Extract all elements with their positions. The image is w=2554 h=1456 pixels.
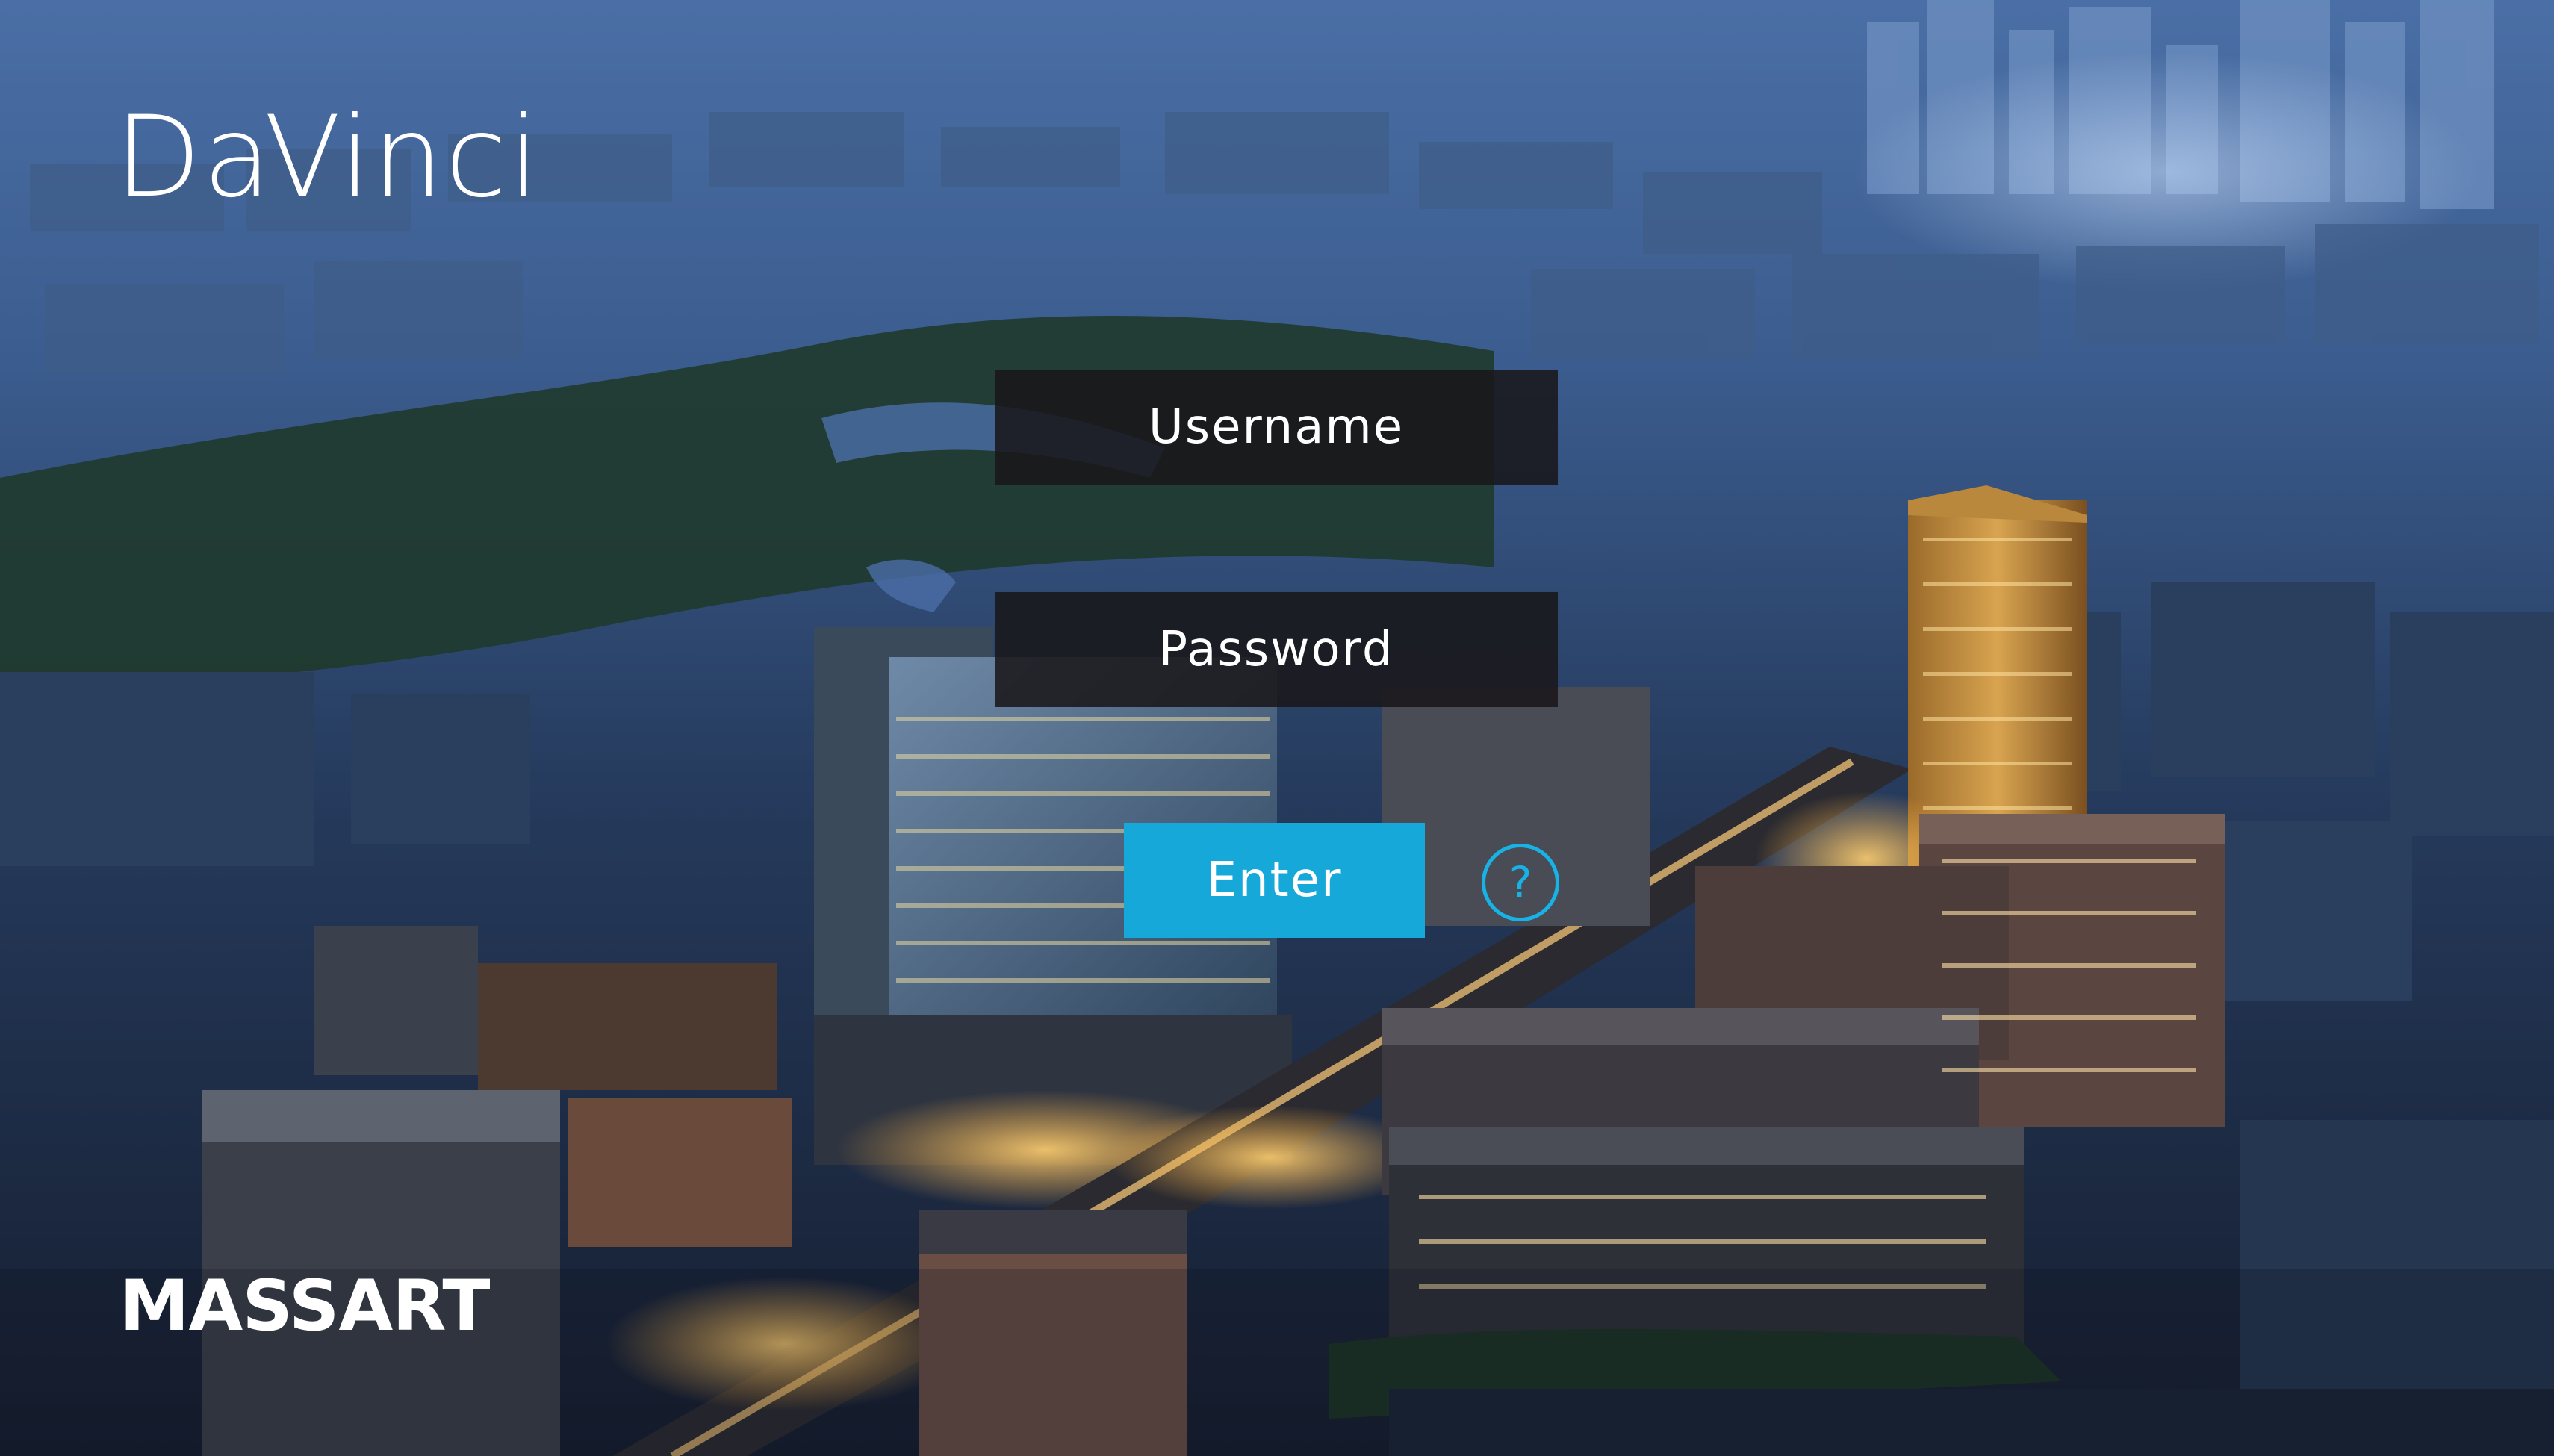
password-input[interactable]: [995, 592, 1558, 707]
davinci-logo: DaVinci: [115, 93, 541, 223]
enter-button[interactable]: Enter: [1124, 823, 1425, 938]
help-question-icon[interactable]: ?: [1482, 844, 1559, 921]
login-screen: DaVinci Enter ? MASSART: [0, 0, 2554, 1456]
massart-logo: MASSART: [119, 1266, 490, 1347]
username-input[interactable]: [995, 370, 1558, 485]
